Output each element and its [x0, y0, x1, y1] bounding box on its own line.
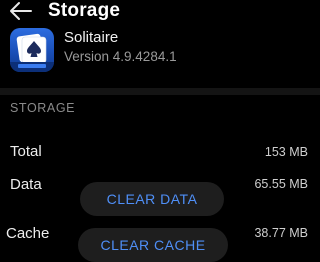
app-name: Solitaire: [64, 29, 119, 46]
solitaire-app-icon: [10, 28, 54, 72]
cache-label: Cache: [6, 225, 50, 242]
app-version: Version 4.9.4284.1: [64, 49, 177, 64]
data-label: Data: [10, 176, 42, 193]
total-value: 153 MB: [264, 145, 308, 159]
storage-section-label: STORAGE: [10, 101, 76, 115]
page-title: Storage: [48, 0, 121, 21]
data-value: 65.55 MB: [254, 177, 308, 191]
cache-value: 38.77 MB: [254, 226, 308, 240]
section-divider: [0, 88, 320, 95]
back-arrow-icon[interactable]: [8, 0, 34, 22]
clear-data-button[interactable]: CLEAR DATA: [80, 182, 224, 216]
total-label: Total: [10, 143, 42, 160]
clear-cache-button[interactable]: CLEAR CACHE: [78, 228, 228, 262]
